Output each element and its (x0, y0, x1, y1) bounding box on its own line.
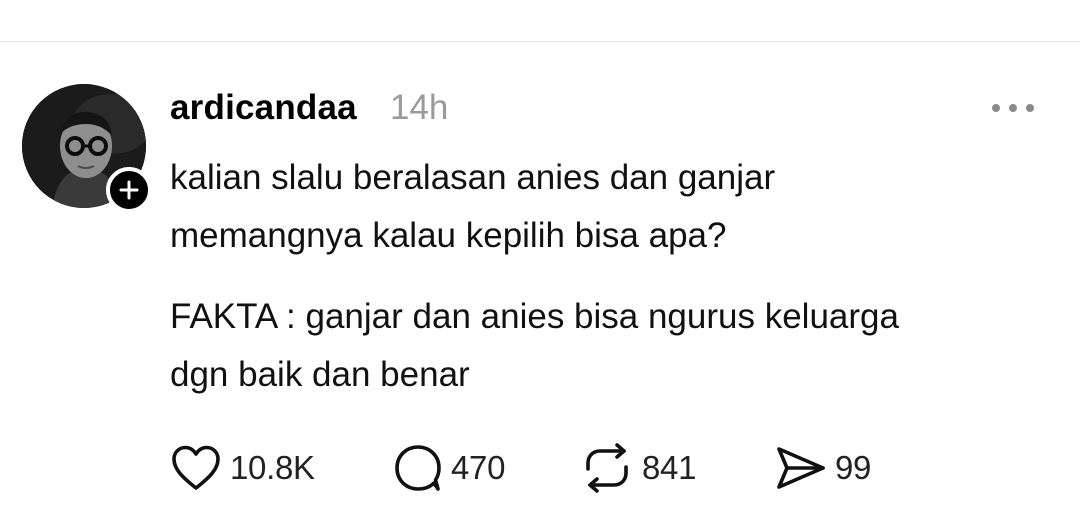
heart-icon (172, 445, 220, 490)
reply-button[interactable]: 470 (393, 440, 505, 496)
follow-button[interactable] (106, 167, 152, 213)
more-options-button[interactable] (988, 96, 1038, 120)
post-timestamp: 14h (390, 88, 449, 127)
post-text-line: kalian slalu beralasan anies dan ganjar (170, 158, 776, 197)
send-icon (777, 447, 825, 489)
repost-button[interactable]: 841 (580, 440, 696, 496)
like-button[interactable]: 10.8K (170, 440, 315, 496)
post-paragraph: kalian slalu beralasan anies dan ganjar … (170, 149, 775, 265)
repost-icon (586, 443, 628, 493)
share-button[interactable]: 99 (775, 440, 871, 496)
post-paragraph: FAKTA : ganjar dan anies bisa ngurus kel… (170, 288, 899, 404)
post-text-line: FAKTA : ganjar dan anies bisa ngurus kel… (170, 297, 899, 336)
reply-count: 470 (451, 449, 506, 486)
repost-count: 841 (642, 449, 697, 486)
like-count: 10.8K (230, 449, 315, 486)
share-count: 99 (835, 449, 872, 486)
more-dots-icon (992, 104, 1034, 112)
plus-icon (119, 180, 139, 200)
post-text-line: memangnya kalau kepilih bisa apa? (170, 216, 727, 255)
top-divider (0, 41, 1080, 42)
username[interactable]: ardicandaa (170, 88, 357, 128)
comment-bubble-icon (395, 445, 441, 491)
post-text-line: dgn baik dan benar (170, 355, 470, 394)
